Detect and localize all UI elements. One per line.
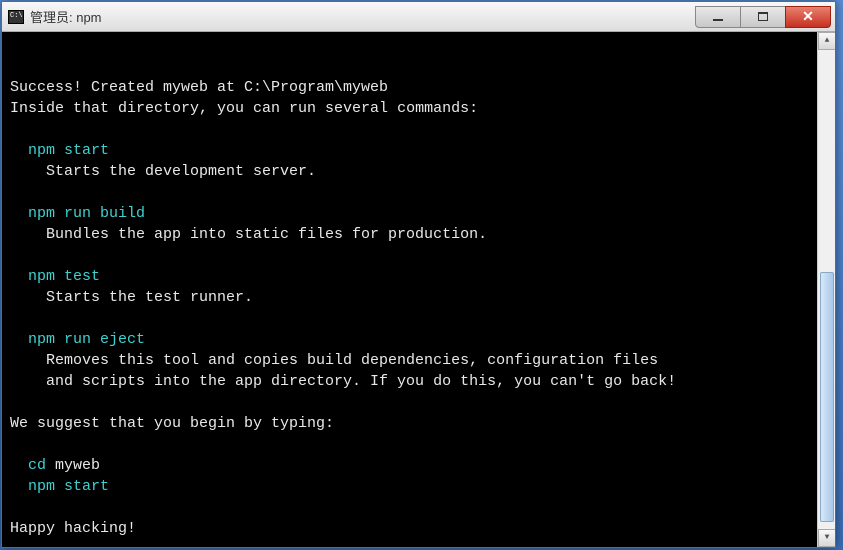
cd-cmd: cd [28,457,55,474]
maximize-button[interactable] [740,6,786,28]
command-label: npm run eject [10,329,827,350]
blank-line [10,119,827,140]
command-desc: Starts the development server. [10,161,827,182]
command-label: npm start [10,476,827,497]
window-title: 管理员: npm [30,7,696,26]
scroll-thumb[interactable] [820,272,834,522]
command-desc: Starts the test runner. [10,287,827,308]
output-line: Success! Created myweb at C:\Program\myw… [10,77,827,98]
titlebar[interactable]: 管理员: npm ✕ [2,2,835,32]
cd-arg: myweb [55,457,100,474]
output-line: Happy hacking! [10,518,827,539]
output-line: Inside that directory, you can run sever… [10,98,827,119]
output-line: We suggest that you begin by typing: [10,413,827,434]
terminal-output[interactable]: Success! Created myweb at C:\Program\myw… [2,32,835,547]
cmd-icon [8,10,24,24]
blank-line [10,392,827,413]
blank-line [10,245,827,266]
command-label: npm run build [10,203,827,224]
close-icon: ✕ [802,8,814,25]
blank-line [10,308,827,329]
blank-line [10,434,827,455]
command-label: npm test [10,266,827,287]
scroll-down-button[interactable]: ▼ [818,529,835,547]
command-desc: and scripts into the app directory. If y… [10,371,827,392]
command-desc: Removes this tool and copies build depen… [10,350,827,371]
minimize-button[interactable] [695,6,741,28]
scrollbar[interactable]: ▲ ▼ [817,32,835,547]
scroll-up-button[interactable]: ▲ [818,32,835,50]
command-line: cd myweb [10,455,827,476]
blank-line [10,182,827,203]
blank-line [10,497,827,518]
command-desc: Bundles the app into static files for pr… [10,224,827,245]
close-button[interactable]: ✕ [785,6,831,28]
window-controls: ✕ [696,6,831,28]
minimize-icon [713,19,723,21]
terminal-window: 管理员: npm ✕ Success! Created myweb at C:\… [1,1,836,548]
command-label: npm start [10,140,827,161]
maximize-icon [758,12,768,21]
